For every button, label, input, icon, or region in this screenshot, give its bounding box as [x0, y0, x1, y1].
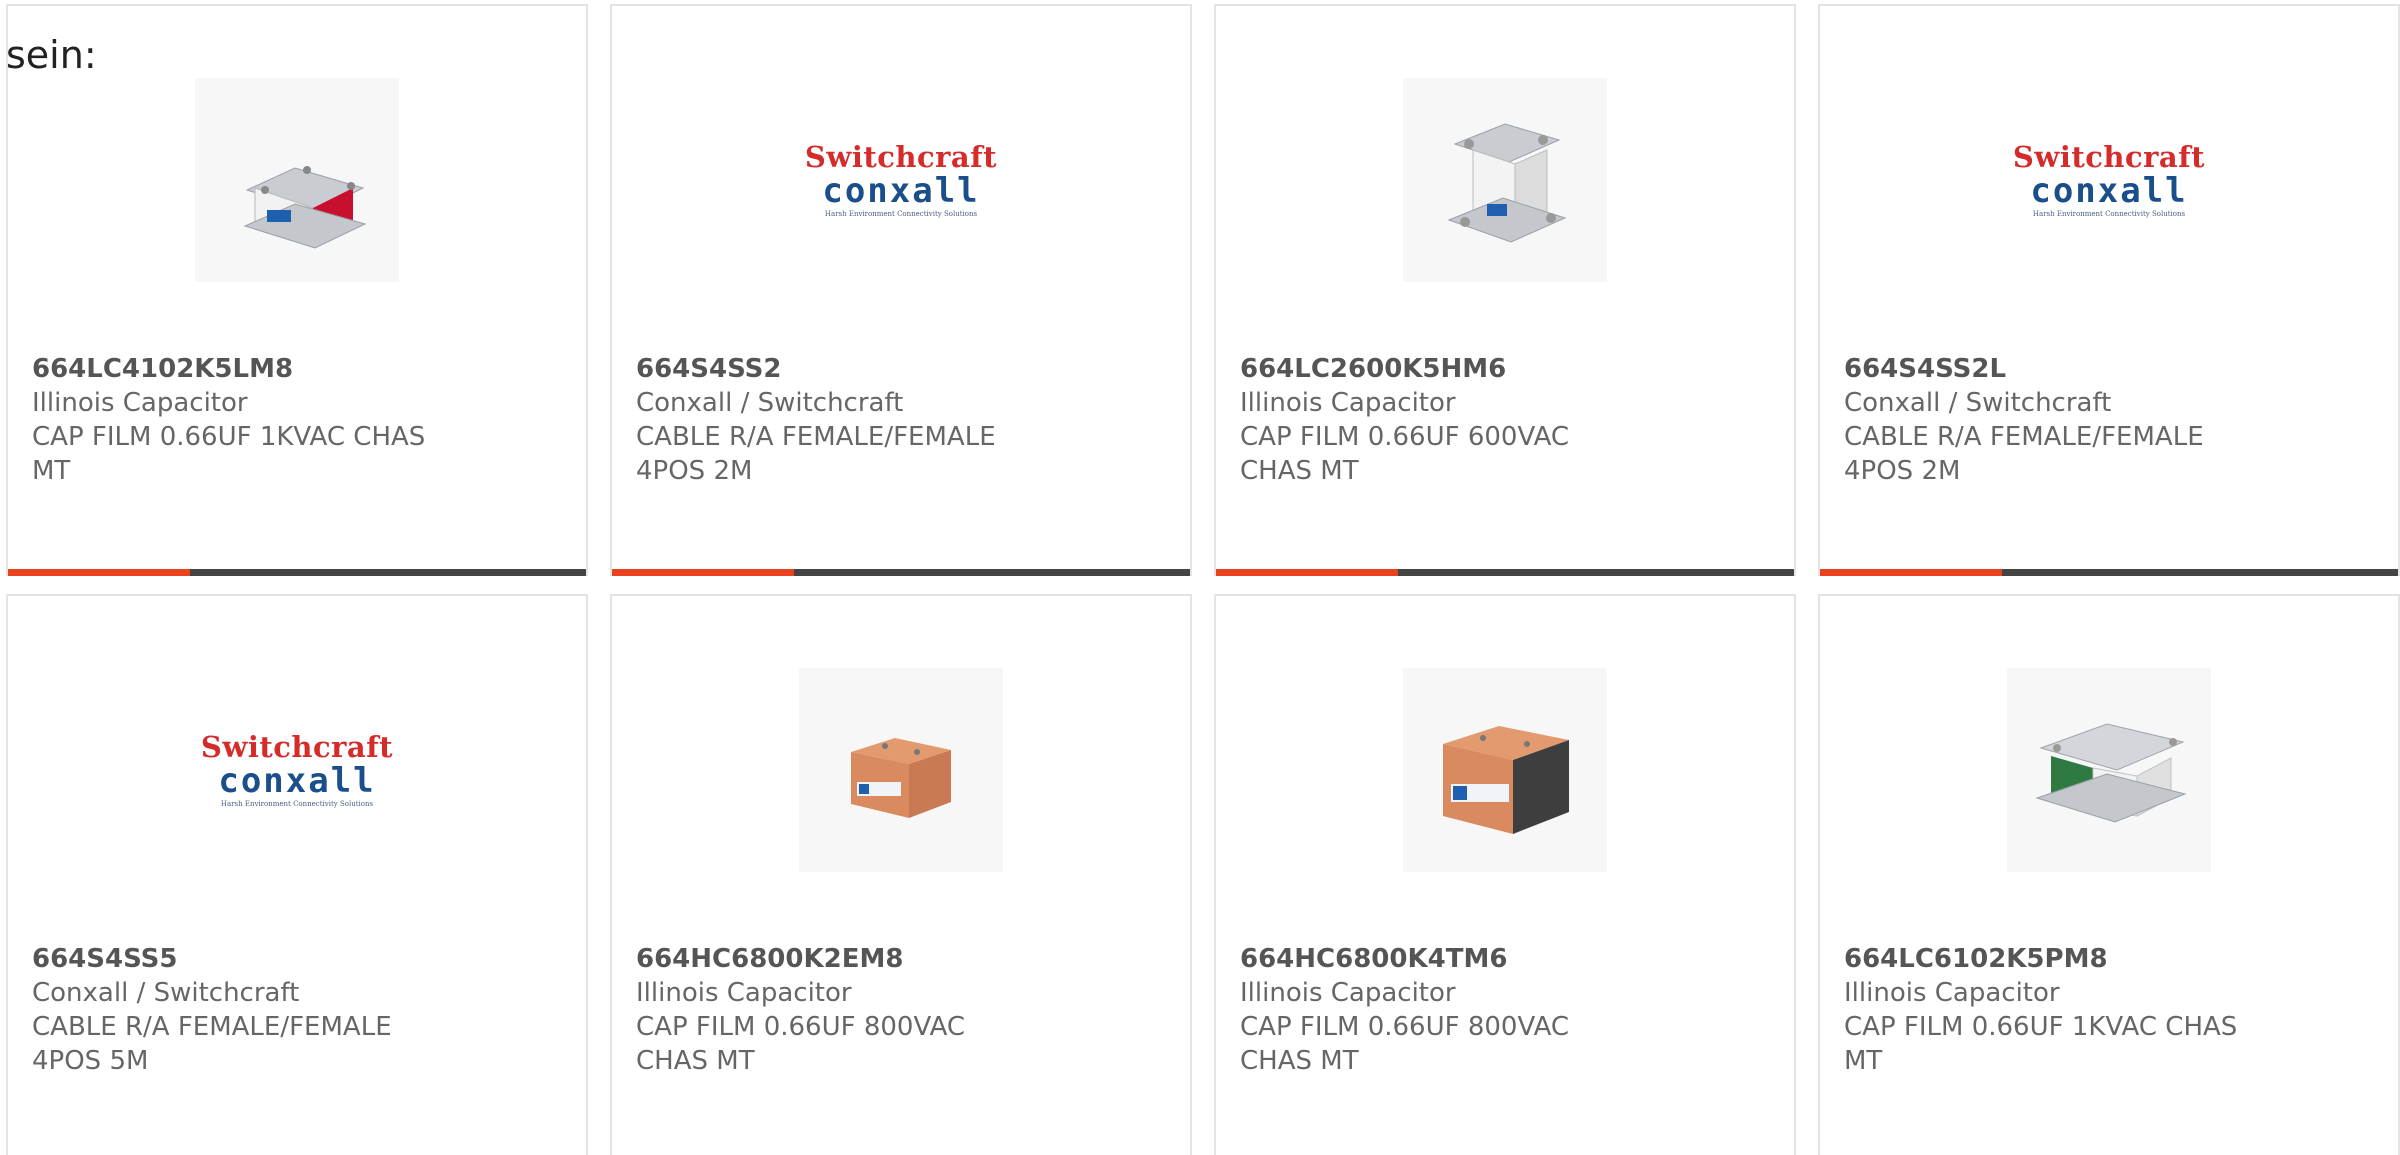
- switchcraft-logo[interactable]: Switchcraft conxall Harsh Environment Co…: [195, 668, 399, 872]
- product-card[interactable]: Switchcraft conxall Harsh Environment Co…: [6, 594, 588, 1155]
- card-accent-bar: [1820, 569, 2002, 576]
- manufacturer-label: Conxall / Switchcraft: [1844, 388, 2112, 418]
- capacitor-block-large-icon[interactable]: [1403, 668, 1607, 872]
- product-description: CABLE R/A FEMALE/FEMALE 4POS 2M: [636, 422, 996, 486]
- product-card[interactable]: Switchcraft conxall Harsh Environment Co…: [610, 4, 1192, 576]
- capacitor-block-small-icon[interactable]: [799, 668, 1003, 872]
- part-number-link[interactable]: 664S4SS5: [32, 942, 562, 976]
- logo-tagline: Harsh Environment Connectivity Solutions: [220, 799, 374, 808]
- logo-tagline: Harsh Environment Connectivity Solutions: [2032, 209, 2186, 218]
- card-bottom-bar: [8, 569, 586, 576]
- manufacturer-label: Conxall / Switchcraft: [32, 978, 300, 1008]
- product-info: 664S4SS2L Conxall / Switchcraft CABLE R/…: [1844, 352, 2374, 488]
- intro-text: sein:: [6, 33, 97, 77]
- manufacturer-label: Illinois Capacitor: [636, 978, 852, 1008]
- card-accent-bar: [8, 569, 190, 576]
- card-bottom-bar: [612, 569, 1190, 576]
- logo-line-1: Switchcraft: [804, 139, 998, 174]
- capacitor-chassis-red-icon[interactable]: [195, 78, 399, 282]
- part-number-link[interactable]: 664HC6800K2EM8: [636, 942, 1166, 976]
- logo-line-1: Switchcraft: [2012, 139, 2206, 174]
- logo-line-1: Switchcraft: [200, 729, 394, 764]
- product-card[interactable]: 664HC6800K4TM6 Illinois Capacitor CAP FI…: [1214, 594, 1796, 1155]
- part-number-link[interactable]: 664S4SS2: [636, 352, 1166, 386]
- product-description: CAP FILM 0.66UF 800VAC CHAS MT: [636, 1012, 966, 1076]
- product-grid-page: sein: 664LC4102K5LM8 Illinois Capacitor …: [0, 0, 2400, 1155]
- manufacturer-label: Illinois Capacitor: [1844, 978, 2060, 1008]
- card-accent-bar: [1216, 569, 1398, 576]
- part-number-link[interactable]: 664LC2600K5HM6: [1240, 352, 1770, 386]
- manufacturer-label: Illinois Capacitor: [1240, 978, 1456, 1008]
- product-card[interactable]: Switchcraft conxall Harsh Environment Co…: [1818, 4, 2400, 576]
- capacitor-chassis-green-icon[interactable]: [2007, 668, 2211, 872]
- manufacturer-label: Illinois Capacitor: [1240, 388, 1456, 418]
- product-card[interactable]: 664HC6800K2EM8 Illinois Capacitor CAP FI…: [610, 594, 1192, 1155]
- part-number-link[interactable]: 664LC6102K5PM8: [1844, 942, 2374, 976]
- switchcraft-logo[interactable]: Switchcraft conxall Harsh Environment Co…: [799, 78, 1003, 282]
- product-info: 664HC6800K2EM8 Illinois Capacitor CAP FI…: [636, 942, 1166, 1078]
- product-description: CAP FILM 0.66UF 600VAC CHAS MT: [1240, 422, 1570, 486]
- product-info: 664S4SS2 Conxall / Switchcraft CABLE R/A…: [636, 352, 1166, 488]
- product-card[interactable]: 664LC2600K5HM6 Illinois Capacitor CAP FI…: [1214, 4, 1796, 576]
- product-description: CABLE R/A FEMALE/FEMALE 4POS 5M: [32, 1012, 392, 1076]
- product-description: CAP FILM 0.66UF 1KVAC CHAS MT: [32, 422, 426, 486]
- manufacturer-label: Conxall / Switchcraft: [636, 388, 904, 418]
- capacitor-chassis-white-icon[interactable]: [1403, 78, 1607, 282]
- product-info: 664LC2600K5HM6 Illinois Capacitor CAP FI…: [1240, 352, 1770, 488]
- product-card[interactable]: 664LC6102K5PM8 Illinois Capacitor CAP FI…: [1818, 594, 2400, 1155]
- product-description: CAP FILM 0.66UF 1KVAC CHAS MT: [1844, 1012, 2238, 1076]
- manufacturer-label: Illinois Capacitor: [32, 388, 248, 418]
- logo-line-2: conxall: [2030, 170, 2188, 211]
- product-card[interactable]: 664LC4102K5LM8 Illinois Capacitor CAP FI…: [6, 4, 588, 576]
- product-info: 664LC4102K5LM8 Illinois Capacitor CAP FI…: [32, 352, 562, 488]
- product-info: 664LC6102K5PM8 Illinois Capacitor CAP FI…: [1844, 942, 2374, 1078]
- product-info: 664S4SS5 Conxall / Switchcraft CABLE R/A…: [32, 942, 562, 1078]
- product-description: CAP FILM 0.66UF 800VAC CHAS MT: [1240, 1012, 1570, 1076]
- product-info: 664HC6800K4TM6 Illinois Capacitor CAP FI…: [1240, 942, 1770, 1078]
- product-description: CABLE R/A FEMALE/FEMALE 4POS 2M: [1844, 422, 2204, 486]
- switchcraft-logo[interactable]: Switchcraft conxall Harsh Environment Co…: [2007, 78, 2211, 282]
- logo-tagline: Harsh Environment Connectivity Solutions: [824, 209, 978, 218]
- logo-line-2: conxall: [218, 760, 376, 801]
- part-number-link[interactable]: 664S4SS2L: [1844, 352, 2374, 386]
- part-number-link[interactable]: 664HC6800K4TM6: [1240, 942, 1770, 976]
- card-bottom-bar: [1216, 569, 1794, 576]
- card-accent-bar: [612, 569, 794, 576]
- part-number-link[interactable]: 664LC4102K5LM8: [32, 352, 562, 386]
- logo-line-2: conxall: [822, 170, 980, 211]
- card-bottom-bar: [1820, 569, 2398, 576]
